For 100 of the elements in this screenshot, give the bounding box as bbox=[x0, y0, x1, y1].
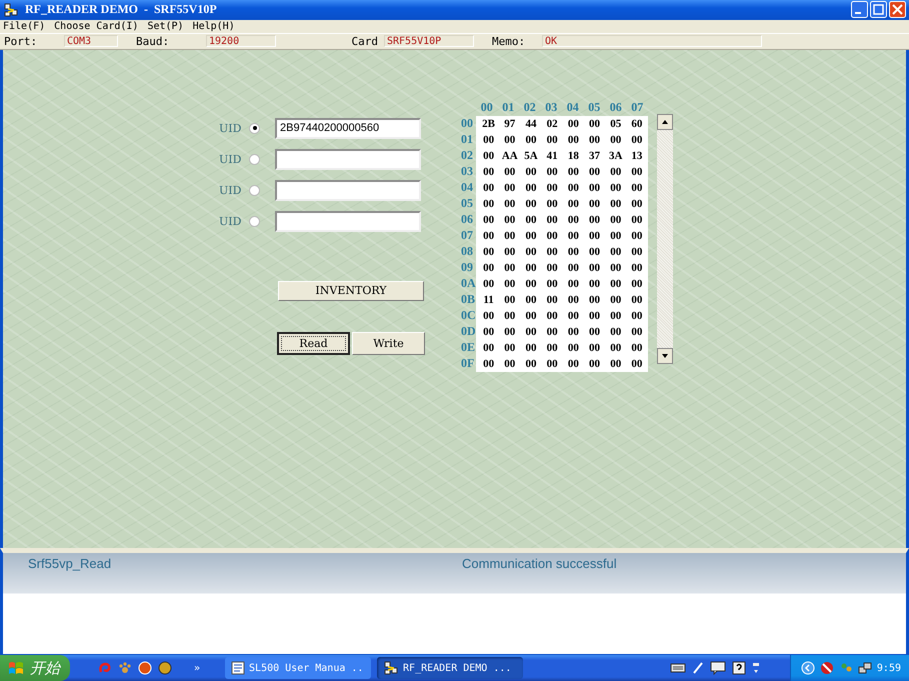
hex-cell-text: 00 bbox=[588, 118, 602, 130]
uid-field[interactable] bbox=[275, 210, 421, 232]
hex-cell-text: 00 bbox=[503, 278, 516, 290]
radio-button[interactable] bbox=[249, 216, 260, 227]
hex-cell-text: 00 bbox=[524, 310, 538, 322]
menu-item[interactable]: Choose Card(I) bbox=[54, 20, 138, 32]
hex-cell-text: 00 bbox=[482, 198, 496, 210]
hex-cell-text: 00 bbox=[566, 262, 580, 274]
pen-icon[interactable] bbox=[692, 661, 704, 675]
hex-cell-text: 00 bbox=[630, 198, 644, 210]
value-field: SRF55V10P bbox=[384, 35, 474, 48]
hex-cell-text: 00 bbox=[630, 310, 644, 322]
field-label: Baud: bbox=[136, 34, 170, 48]
start-label: 开始 bbox=[30, 658, 60, 678]
hex-cell-text: 00 bbox=[630, 326, 644, 338]
function-name: Srf55vp_Read bbox=[28, 556, 112, 572]
read-button[interactable]: Read bbox=[277, 332, 350, 355]
inventory-button[interactable]: INVENTORY bbox=[278, 280, 424, 301]
column-header: 06 bbox=[608, 100, 623, 116]
close-button[interactable] bbox=[889, 1, 906, 18]
hex-cell-text: 00 bbox=[630, 358, 644, 370]
keyboard-icon[interactable] bbox=[670, 662, 686, 674]
hex-cell-text: 00 bbox=[524, 198, 538, 210]
taskbar-button[interactable]: SL500 User Manua .. bbox=[225, 657, 372, 679]
hex-cell-text: 00 bbox=[482, 230, 496, 242]
row-address: 07 bbox=[461, 228, 474, 244]
hex-cell-text: 3A bbox=[608, 150, 624, 162]
round-icon[interactable] bbox=[158, 661, 172, 675]
row-address: 0E bbox=[461, 340, 476, 356]
uid-field[interactable] bbox=[275, 180, 421, 201]
chat-icon[interactable] bbox=[710, 661, 726, 675]
hex-cell-text: 00 bbox=[630, 278, 644, 290]
hex-cell-text: 00 bbox=[482, 326, 496, 338]
hex-cell-text: 00 bbox=[524, 294, 538, 306]
hex-cell-text: 00 bbox=[524, 166, 538, 178]
hex-cell-text: 00 bbox=[482, 214, 496, 226]
row-address: 09 bbox=[461, 260, 474, 276]
taskbar-button[interactable]: RF_READER DEMO ... bbox=[377, 657, 524, 679]
help-icon[interactable] bbox=[732, 661, 746, 675]
uid-field[interactable] bbox=[275, 148, 421, 170]
hex-cell-text: 00 bbox=[524, 358, 538, 370]
row-address: 0F bbox=[461, 356, 476, 372]
menu-item[interactable]: File(F) bbox=[3, 20, 46, 32]
hex-cell-text: 05 bbox=[609, 118, 622, 130]
hex-cell-text: 00 bbox=[588, 198, 602, 210]
radio-button[interactable] bbox=[249, 184, 260, 196]
chevron-button[interactable]: » bbox=[194, 662, 200, 674]
hex-cell-text: 00 bbox=[503, 294, 516, 306]
hex-cell-text: 00 bbox=[503, 166, 516, 178]
hex-cell-text: 00 bbox=[609, 182, 622, 194]
write-button[interactable]: Write bbox=[352, 332, 425, 355]
hex-cell-text: 00 bbox=[503, 134, 516, 146]
field-label: Port: bbox=[4, 34, 38, 48]
hex-cell-text: 97 bbox=[503, 118, 516, 130]
hex-cell-text: 00 bbox=[503, 182, 516, 194]
hex-cell-text: 00 bbox=[609, 262, 622, 274]
hex-cell-text: 00 bbox=[630, 230, 644, 242]
scroll-up-button[interactable] bbox=[657, 114, 673, 130]
hex-cell-text: 00 bbox=[588, 310, 602, 322]
hex-cell-text: 00 bbox=[482, 358, 496, 370]
hex-cell-text: 00 bbox=[609, 326, 622, 338]
hex-cell-text: 00 bbox=[503, 310, 516, 322]
hex-cell-text: 02 bbox=[546, 118, 559, 130]
hex-cell-text: 00 bbox=[482, 182, 496, 194]
hex-cell-text: 37 bbox=[588, 150, 602, 162]
hex-cell-text: 00 bbox=[503, 230, 516, 242]
menu-item[interactable]: Help(H) bbox=[192, 20, 235, 32]
app-icon bbox=[3, 2, 19, 18]
hex-cell-text: 00 bbox=[630, 166, 644, 178]
hex-cell-text: 00 bbox=[609, 198, 622, 210]
hex-cell-text: 00 bbox=[566, 214, 580, 226]
row-address: 0C bbox=[461, 308, 476, 324]
uid-label: UID bbox=[219, 152, 242, 166]
hex-cell-text: 00 bbox=[503, 326, 516, 338]
hex-cell-text: 00 bbox=[588, 182, 602, 194]
scroll-down-button[interactable] bbox=[657, 348, 673, 364]
radio-button[interactable] bbox=[249, 154, 260, 165]
row-address: 05 bbox=[461, 196, 474, 212]
scrollbar[interactable] bbox=[657, 114, 673, 364]
hex-cell-text: 00 bbox=[609, 230, 622, 242]
maximize-button[interactable] bbox=[870, 1, 887, 18]
hex-cell-text: 00 bbox=[588, 294, 602, 306]
radio-button[interactable] bbox=[249, 122, 260, 134]
menu-item[interactable]: Set(P) bbox=[147, 20, 184, 32]
hex-cell-text: 00 bbox=[566, 182, 580, 194]
document-icon bbox=[231, 661, 246, 675]
hex-cell-text: 00 bbox=[524, 262, 538, 274]
uid-field[interactable]: 2B97440200000560 bbox=[275, 118, 421, 139]
hex-cell-text: 00 bbox=[588, 230, 602, 242]
hex-cell-text: 00 bbox=[609, 134, 622, 146]
hex-cell-text: 00 bbox=[546, 214, 559, 226]
hex-cell-text: 00 bbox=[503, 342, 516, 354]
column-header: 01 bbox=[501, 100, 516, 116]
hex-cell-text: 00 bbox=[546, 342, 559, 354]
network-icon[interactable] bbox=[858, 661, 872, 675]
expand-tray-icon[interactable] bbox=[800, 661, 815, 675]
minimize-button[interactable] bbox=[851, 1, 868, 18]
hex-cell-text: 00 bbox=[566, 246, 580, 258]
value-field: COM3 bbox=[64, 35, 118, 48]
hex-cell-text: 18 bbox=[566, 150, 580, 162]
